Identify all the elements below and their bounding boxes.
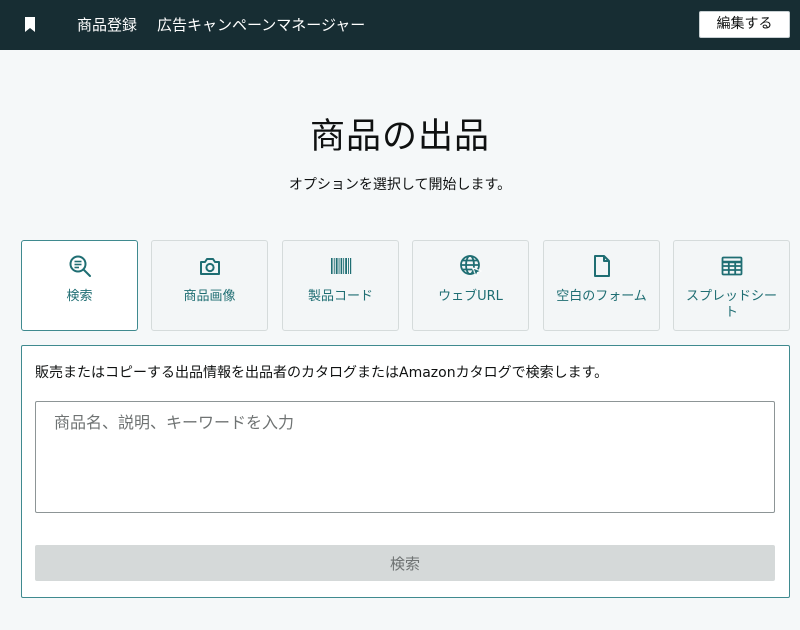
bookmark-icon[interactable]	[24, 17, 36, 33]
camera-icon	[200, 258, 220, 275]
option-label: ウェブURL	[438, 289, 503, 304]
spreadsheet-icon	[721, 256, 743, 276]
search-description: 販売またはコピーする出品情報を出品者のカタログまたはAmazonカタログで検索し…	[35, 365, 609, 381]
globe-cursor-icon	[460, 255, 483, 278]
option-product-code[interactable]: 製品コード	[282, 240, 399, 331]
option-label: スプレッドシート	[685, 289, 777, 320]
option-web-url[interactable]: ウェブURL	[412, 240, 529, 331]
option-blank-form[interactable]: 空白のフォーム	[543, 240, 660, 331]
document-icon	[594, 255, 610, 277]
barcode-icon	[331, 258, 352, 274]
page-title: 商品の出品	[309, 117, 490, 157]
edit-button[interactable]: 編集する	[699, 11, 790, 38]
nav-item-ad-campaign-manager[interactable]: 広告キャンペーンマネージャー	[157, 0, 365, 50]
option-spreadsheet[interactable]: スプレッドシート	[673, 240, 790, 331]
option-label: 製品コード	[307, 289, 373, 304]
search-list-icon	[69, 255, 91, 277]
option-label: 商品画像	[183, 289, 236, 304]
top-nav-bar: 商品登録 広告キャンペーンマネージャー 編集する	[0, 0, 800, 50]
search-button[interactable]: 検索	[35, 545, 775, 581]
nav-item-product-listing[interactable]: 商品登録	[77, 0, 137, 50]
search-input[interactable]	[35, 401, 775, 513]
page-subtitle: オプションを選択して開始します。	[288, 177, 512, 193]
search-panel: 販売またはコピーする出品情報を出品者のカタログまたはAmazonカタログで検索し…	[21, 345, 790, 598]
option-search[interactable]: 検索	[21, 240, 138, 331]
option-label: 空白のフォーム	[556, 289, 647, 304]
option-label: 検索	[66, 289, 93, 304]
option-product-image[interactable]: 商品画像	[151, 240, 268, 331]
